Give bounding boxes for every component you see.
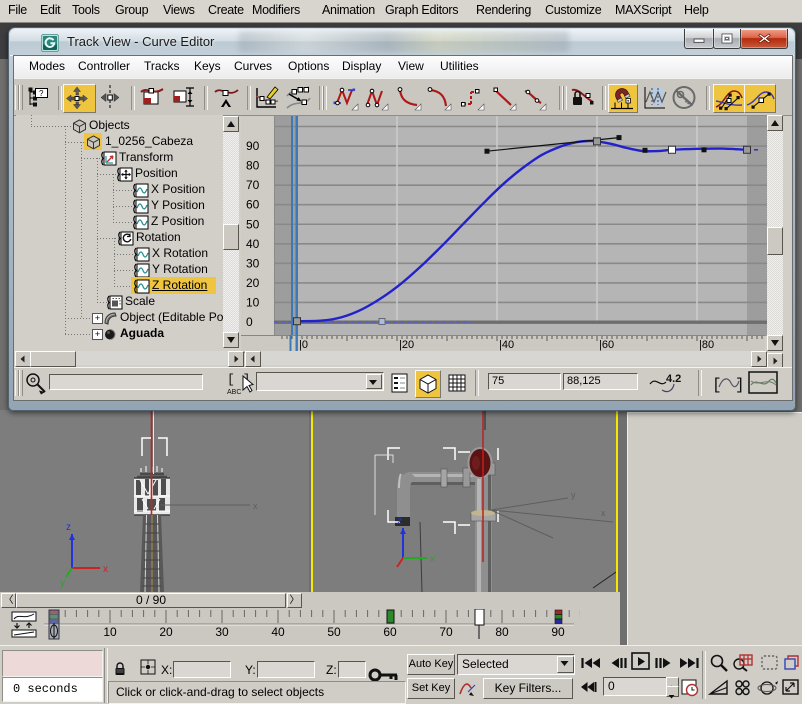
- svg-text:ABC: ABC: [227, 389, 241, 396]
- svg-text:50: 50: [327, 625, 341, 639]
- svg-text:20: 20: [246, 276, 260, 290]
- svg-text:]: ]: [735, 376, 744, 394]
- svg-text:60: 60: [246, 198, 260, 212]
- svg-text:80: 80: [495, 625, 509, 639]
- svg-text:x: x: [430, 554, 435, 565]
- svg-text:40: 40: [271, 625, 285, 639]
- svg-text:30: 30: [215, 625, 229, 639]
- svg-text:40: 40: [246, 237, 260, 251]
- svg-text:z: z: [397, 516, 402, 527]
- svg-text:60: 60: [383, 625, 397, 639]
- svg-text:x: x: [601, 508, 606, 518]
- svg-text:90: 90: [246, 139, 260, 153]
- svg-text:0: 0: [246, 315, 253, 329]
- svg-text:20: 20: [159, 625, 173, 639]
- svg-text:30: 30: [246, 256, 260, 270]
- svg-text:|60: |60: [599, 339, 614, 351]
- svg-text:z: z: [66, 522, 71, 533]
- svg-text:|80: |80: [699, 339, 714, 351]
- svg-text:?: ?: [39, 89, 44, 98]
- svg-text:10: 10: [246, 295, 260, 309]
- svg-text:x: x: [253, 501, 258, 511]
- svg-text:4.2: 4.2: [666, 373, 681, 385]
- svg-text:|20: |20: [399, 339, 414, 351]
- svg-text:|0: |0: [299, 339, 308, 351]
- svg-text:x: x: [103, 564, 108, 575]
- svg-text:50: 50: [246, 217, 260, 231]
- svg-text:y: y: [571, 490, 576, 500]
- svg-text:|40: |40: [499, 339, 514, 351]
- svg-text:80: 80: [246, 159, 260, 173]
- svg-text:70: 70: [246, 178, 260, 192]
- svg-text:90: 90: [551, 625, 565, 639]
- svg-text:y: y: [60, 578, 65, 589]
- svg-text:10: 10: [103, 625, 117, 639]
- svg-text:70: 70: [439, 625, 453, 639]
